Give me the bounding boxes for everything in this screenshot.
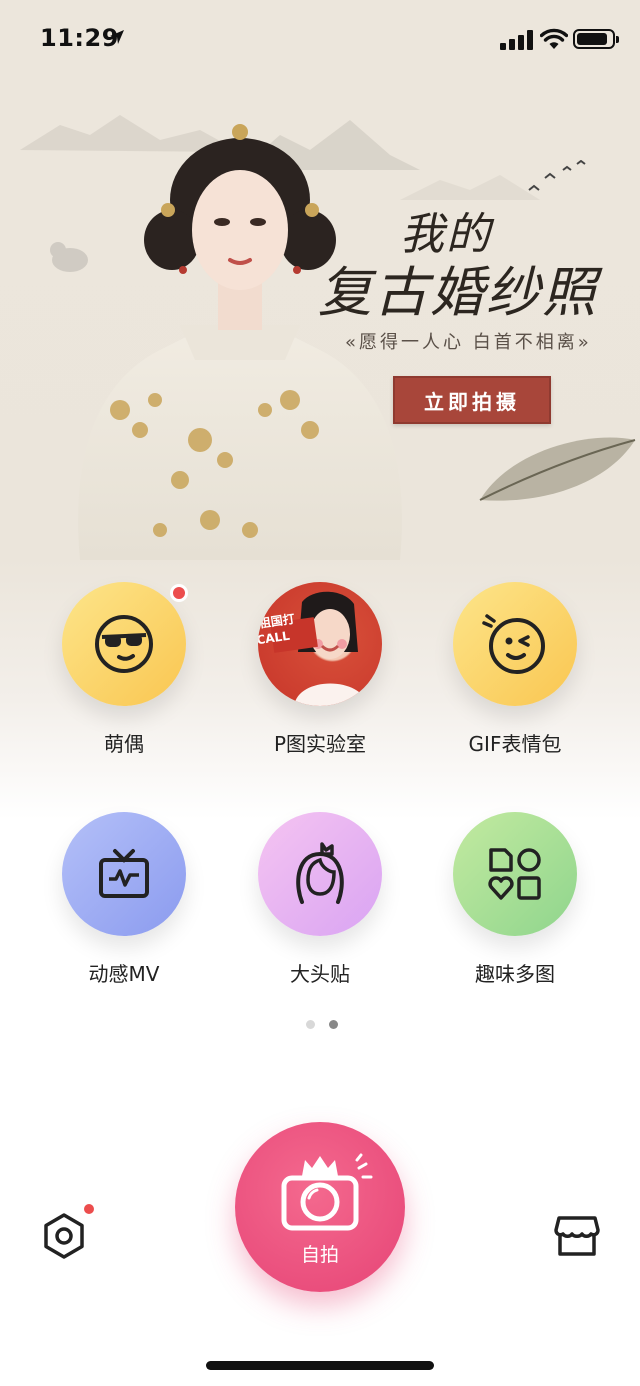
camera-crown-icon: [281, 1153, 373, 1231]
selfie-label: 自拍: [300, 1244, 339, 1266]
lotus-leaf-illustration: [479, 437, 636, 501]
dynamic-mv-button[interactable]: [62, 812, 186, 936]
feature-dynamic-mv[interactable]: 动感MV: [34, 812, 214, 987]
feature-sticker-photo[interactable]: 大头贴: [230, 812, 410, 987]
p-lab-button[interactable]: 为祖国打CALL: [258, 582, 382, 706]
settings-hexagon-icon: [44, 1213, 84, 1259]
feature-gif[interactable]: GIF表情包: [425, 582, 605, 757]
shoot-now-button[interactable]: 立即拍摄: [393, 376, 551, 424]
store-button[interactable]: [553, 1212, 601, 1260]
birds-illustration: [528, 160, 586, 191]
battery-icon: [573, 29, 619, 49]
feature-p-lab[interactable]: 为祖国打CALL P图实验室: [230, 582, 410, 757]
page-indicator[interactable]: [306, 1020, 338, 1029]
status-bar: 11:29: [0, 0, 640, 80]
banner-title-line2: 复古婚纱照: [318, 261, 598, 324]
wink-face-icon: [482, 614, 545, 674]
shapes-grid-icon: [488, 848, 541, 900]
feature-label: 萌偶: [104, 732, 144, 756]
fun-multi-photo-button[interactable]: [453, 812, 577, 936]
feature-label: P图实验室: [273, 732, 367, 756]
new-badge-dot: [170, 584, 188, 602]
cellular-signal-icon: [500, 30, 533, 50]
page-dot[interactable]: [306, 1020, 315, 1029]
princess-face-icon: [296, 842, 344, 904]
banner-subtitle: «愿得一人心 白首不相离»: [345, 332, 592, 353]
feature-label: GIF表情包: [468, 732, 562, 756]
promo-banner[interactable]: 我的 复古婚纱照 «愿得一人心 白首不相离» 立即拍摄: [0, 80, 640, 560]
page-dot-active[interactable]: [329, 1020, 338, 1029]
tv-icon: [99, 849, 149, 898]
home-indicator[interactable]: [206, 1361, 434, 1370]
sticker-photo-button[interactable]: [258, 812, 382, 936]
feature-label: 趣味多图: [475, 962, 555, 986]
cool-face-icon: [95, 615, 153, 673]
settings-button[interactable]: [40, 1202, 96, 1260]
gif-stickers-button[interactable]: [453, 582, 577, 706]
feature-label: 动感MV: [88, 962, 160, 986]
location-arrow-icon: [110, 30, 124, 44]
wifi-icon: [540, 28, 568, 49]
settings-badge-dot: [82, 1202, 96, 1216]
feature-mengou[interactable]: 萌偶: [34, 582, 214, 757]
feature-fun-multi[interactable]: 趣味多图: [425, 812, 605, 987]
mengou-button[interactable]: [62, 582, 188, 706]
selfie-button[interactable]: 自拍: [235, 1122, 405, 1292]
feature-label: 大头贴: [290, 962, 350, 986]
store-icon: [554, 1216, 600, 1256]
